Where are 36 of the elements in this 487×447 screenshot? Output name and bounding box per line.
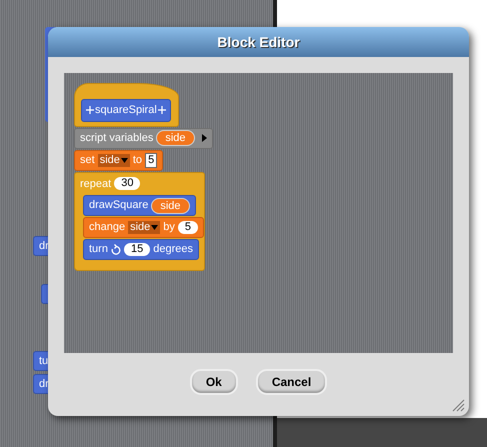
hat-block[interactable]: squareSpiral <box>74 83 179 126</box>
variable-block[interactable]: change side by 5 <box>83 217 204 238</box>
number-slot[interactable]: 15 <box>124 243 150 256</box>
block-name: squareSpiral <box>95 103 157 118</box>
custom-block[interactable]: turn 15 degrees <box>83 239 199 260</box>
dialog-button[interactable]: Ok <box>190 369 238 395</box>
block-label: turn <box>89 242 108 258</box>
plus-icon[interactable] <box>158 106 166 114</box>
block-label: by <box>163 220 175 236</box>
number-slot[interactable]: 5 <box>145 152 158 168</box>
block-label: dr <box>39 376 49 392</box>
dialog-button[interactable]: Cancel <box>256 369 328 395</box>
block-label: dr <box>39 238 49 254</box>
variable-dropdown[interactable]: side <box>98 154 130 166</box>
block-label: repeat <box>80 176 112 192</box>
window-title: Block Editor <box>217 32 300 52</box>
block-label: change <box>89 220 126 236</box>
caret-icon <box>151 225 158 230</box>
plus-icon[interactable] <box>86 106 94 114</box>
block-label: degrees <box>153 242 193 258</box>
custom-block[interactable]: drawSquare side <box>83 195 196 216</box>
variable-dropdown[interactable]: side <box>128 221 160 234</box>
repeat-block[interactable]: repeat 30 drawSquare side change side by 5 turn 15 degrees <box>74 172 206 271</box>
custom-block-prototype[interactable]: squareSpiral <box>81 99 171 122</box>
number-slot[interactable]: 30 <box>114 177 140 190</box>
number-slot[interactable]: 5 <box>178 221 198 234</box>
expand-arrow-icon[interactable] <box>202 134 207 142</box>
block-label: drawSquare <box>89 198 148 214</box>
block-label: set <box>80 152 95 168</box>
resize-handle-icon[interactable] <box>451 398 465 412</box>
block-label: to <box>132 152 142 168</box>
rotate-clockwise-icon <box>110 244 121 255</box>
block-label: script variables <box>80 130 154 146</box>
caret-icon <box>120 158 128 162</box>
variable-block[interactable]: set side to 5 <box>74 150 164 170</box>
block-label: tu <box>39 354 48 369</box>
